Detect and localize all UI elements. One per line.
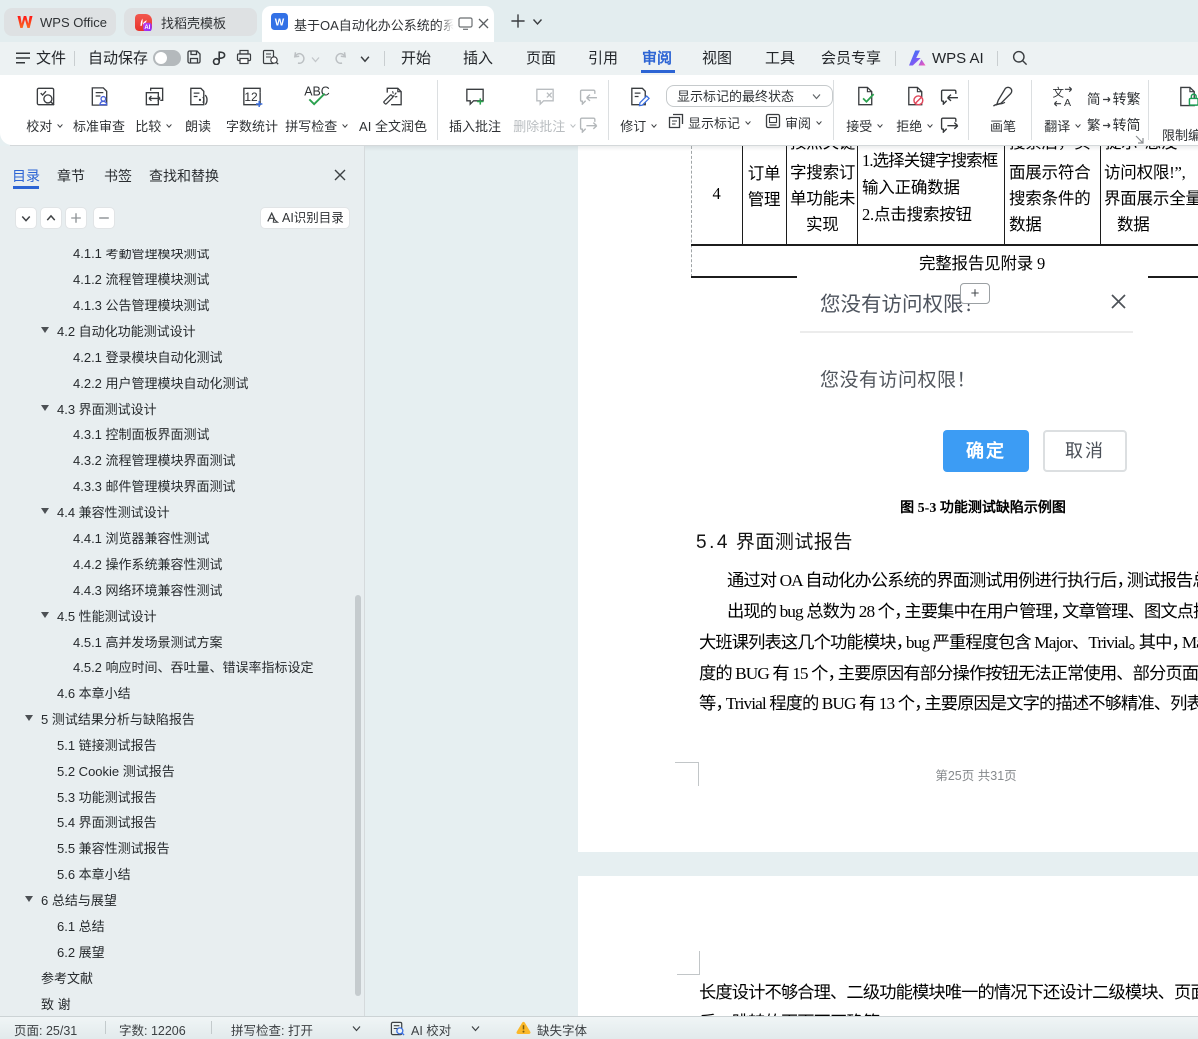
svg-text:AI: AI bbox=[144, 25, 150, 31]
svg-text:12: 12 bbox=[244, 90, 258, 104]
svg-text:文: 文 bbox=[1052, 86, 1064, 100]
svg-text:W: W bbox=[275, 18, 285, 29]
svg-text:ABC: ABC bbox=[304, 85, 330, 99]
svg-text:A: A bbox=[1064, 97, 1071, 108]
